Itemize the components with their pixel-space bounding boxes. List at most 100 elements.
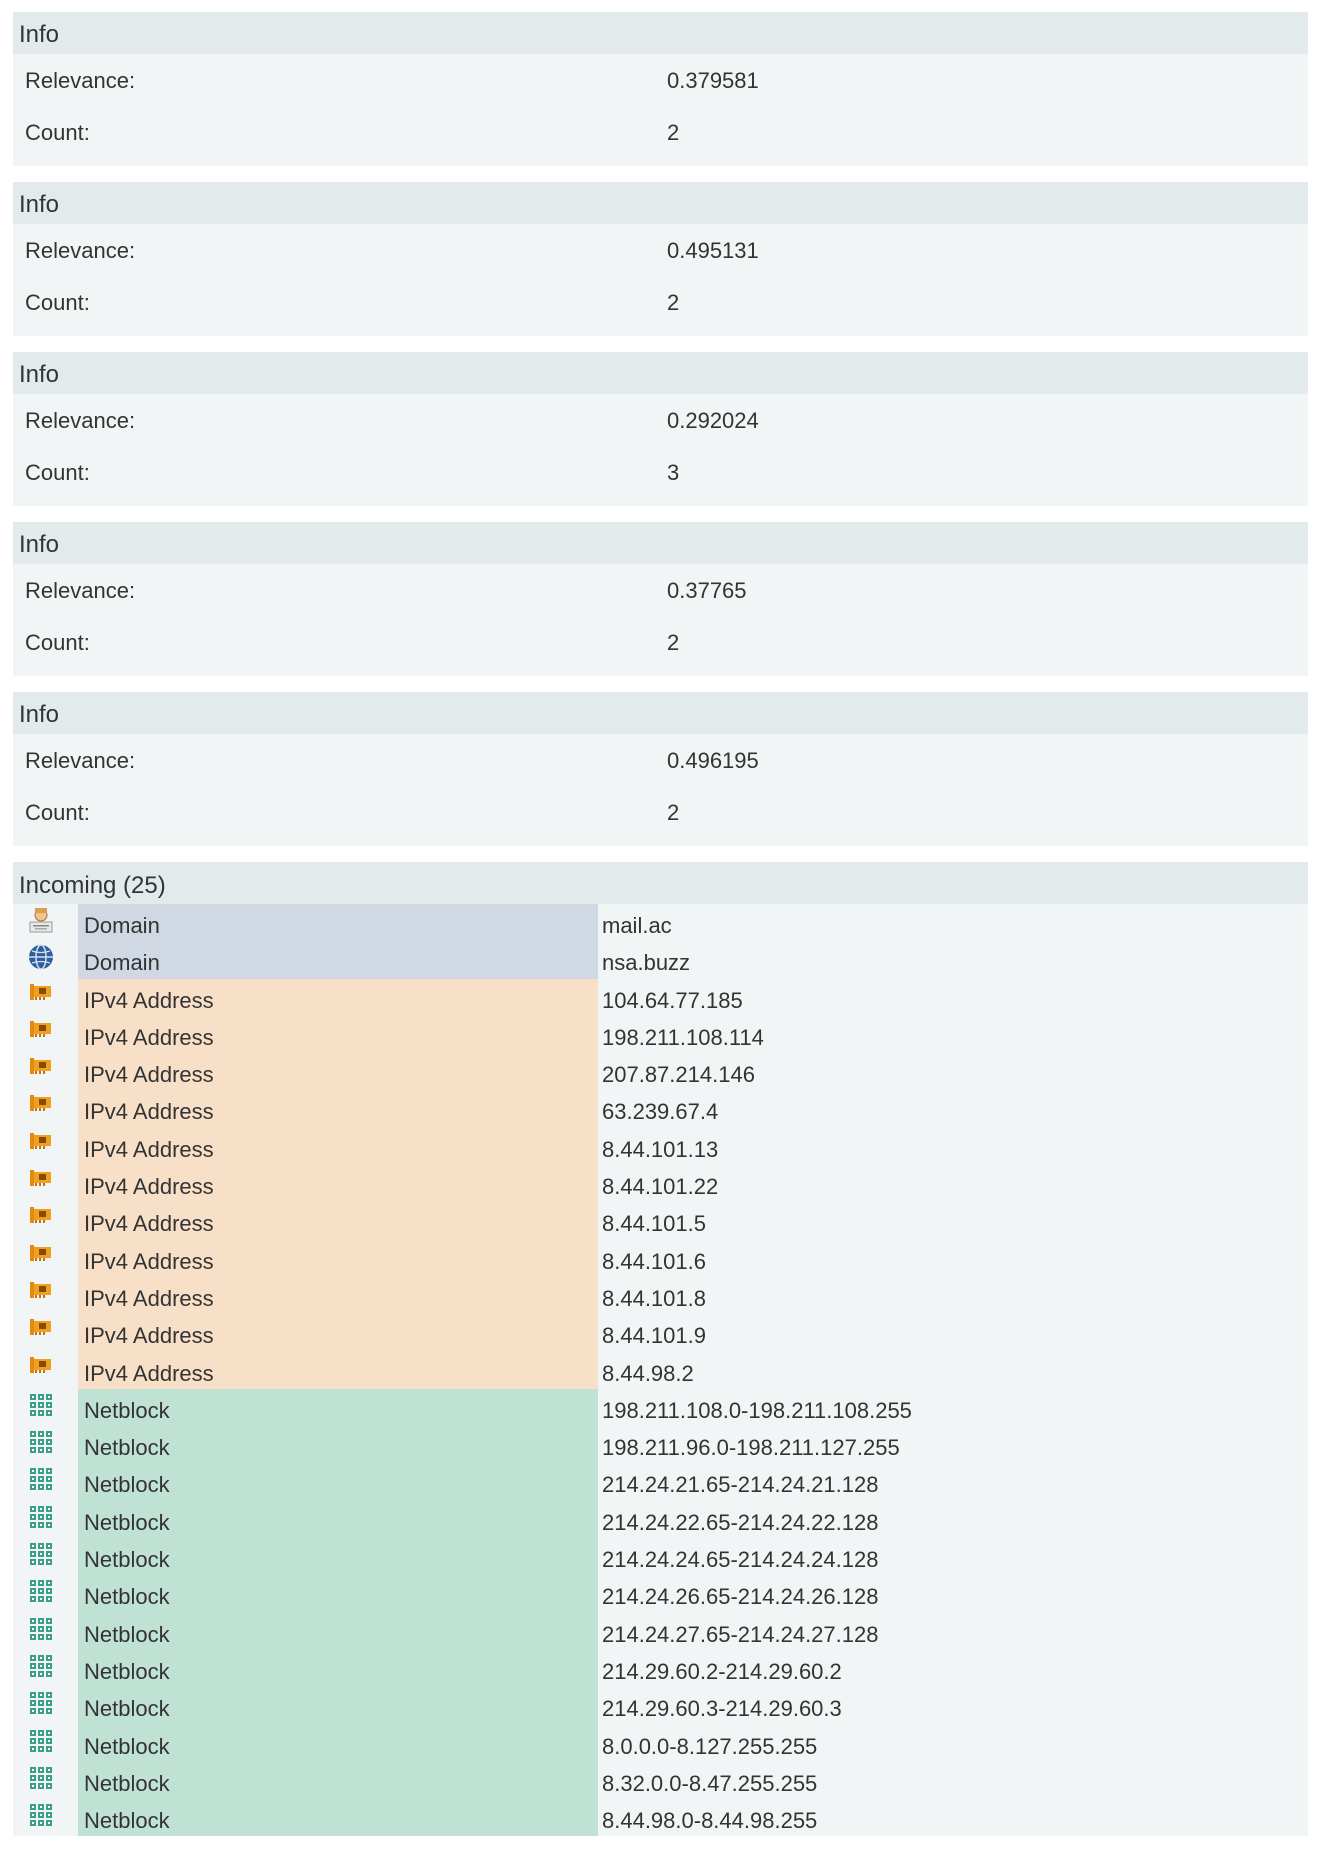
incoming-row[interactable]: Netblock 214.24.26.65-214.24.26.128 [13, 1575, 1308, 1613]
network-card-icon [27, 1018, 55, 1046]
info-panel: Info Relevance: 0.379581 Count: 2 [13, 12, 1308, 166]
entity-type: Netblock [78, 1724, 598, 1762]
entity-value[interactable]: 8.44.101.6 [602, 1240, 706, 1277]
incoming-row[interactable]: Netblock 8.44.98.0-8.44.98.255 [13, 1799, 1308, 1837]
relevance-row: Relevance: 0.495131 [13, 224, 1308, 276]
entity-value[interactable]: 8.44.101.5 [602, 1202, 706, 1239]
netblock-icon [27, 1801, 55, 1829]
count-row: Count: 3 [13, 446, 1308, 498]
incoming-row[interactable]: Domain nsa.buzz [13, 941, 1308, 979]
incoming-row[interactable]: Netblock 214.24.21.65-214.24.21.128 [13, 1463, 1308, 1501]
entity-value[interactable]: 8.44.101.13 [602, 1128, 718, 1165]
count-row: Count: 2 [13, 276, 1308, 328]
entity-type: IPv4 Address [78, 1351, 598, 1389]
count-value: 2 [667, 290, 680, 315]
incoming-row[interactable]: IPv4 Address 8.44.101.22 [13, 1165, 1308, 1203]
netblock-icon [27, 1652, 55, 1680]
network-card-icon [27, 1092, 55, 1120]
entity-value[interactable]: 214.24.22.65-214.24.22.128 [602, 1501, 878, 1538]
incoming-row[interactable]: IPv4 Address 104.64.77.185 [13, 978, 1308, 1016]
entity-value[interactable]: 214.24.27.65-214.24.27.128 [602, 1613, 878, 1650]
incoming-row[interactable]: Netblock 214.24.24.65-214.24.24.128 [13, 1538, 1308, 1576]
info-panel: Info Relevance: 0.37765 Count: 2 [13, 522, 1308, 676]
entity-value[interactable]: 8.44.98.2 [602, 1352, 694, 1389]
relevance-label: Relevance: [25, 748, 136, 773]
entity-type: Netblock [78, 1687, 598, 1725]
entity-value[interactable]: 8.0.0.0-8.127.255.255 [602, 1725, 817, 1762]
incoming-row[interactable]: IPv4 Address 8.44.101.8 [13, 1276, 1308, 1315]
entity-type: Netblock [78, 1538, 598, 1576]
entity-type: IPv4 Address [78, 1053, 598, 1091]
incoming-row[interactable]: Netblock 214.29.60.3-214.29.60.3 [13, 1687, 1308, 1725]
network-card-icon [27, 1055, 55, 1083]
entity-value[interactable]: 214.24.26.65-214.24.26.128 [602, 1575, 878, 1612]
info-panel-title: Info [13, 182, 1308, 224]
entity-value[interactable]: 214.24.24.65-214.24.24.128 [602, 1538, 878, 1575]
incoming-row[interactable]: IPv4 Address 8.44.98.2 [13, 1351, 1308, 1389]
incoming-row[interactable]: Netblock 8.0.0.0-8.127.255.255 [13, 1724, 1308, 1762]
count-label: Count: [25, 630, 90, 655]
incoming-row[interactable]: Netblock 214.24.22.65-214.24.22.128 [13, 1500, 1308, 1539]
incoming-row[interactable]: Netblock 214.24.27.65-214.24.27.128 [13, 1612, 1308, 1650]
entity-value[interactable]: 198.211.96.0-198.211.127.255 [602, 1426, 900, 1463]
entity-value[interactable]: 214.29.60.3-214.29.60.3 [602, 1687, 842, 1724]
info-panels: Info Relevance: 0.379581 Count: 2 Info R… [13, 12, 1317, 846]
entity-type: Netblock [78, 1575, 598, 1613]
entity-value[interactable]: mail.ac [602, 904, 672, 941]
netblock-icon [27, 1465, 55, 1493]
relevance-value: 0.495131 [667, 238, 759, 263]
entity-value[interactable]: 214.24.21.65-214.24.21.128 [602, 1463, 878, 1500]
entity-value[interactable]: 207.87.214.146 [602, 1053, 755, 1090]
incoming-row[interactable]: IPv4 Address 8.44.101.6 [13, 1239, 1308, 1277]
info-panel: Info Relevance: 0.496195 Count: 2 [13, 692, 1308, 846]
relevance-label: Relevance: [25, 578, 136, 603]
page-container: Info Relevance: 0.379581 Count: 2 Info R… [0, 0, 1317, 1837]
entity-value[interactable]: 214.29.60.2-214.29.60.2 [602, 1650, 842, 1687]
entity-value[interactable]: nsa.buzz [602, 941, 690, 978]
entity-value[interactable]: 8.44.98.0-8.44.98.255 [602, 1799, 817, 1836]
info-panel: Info Relevance: 0.495131 Count: 2 [13, 182, 1308, 336]
count-row: Count: 2 [13, 106, 1308, 158]
incoming-row[interactable]: IPv4 Address 8.44.101.5 [13, 1202, 1308, 1240]
netblock-icon [27, 1615, 55, 1643]
incoming-row[interactable]: IPv4 Address 207.87.214.146 [13, 1053, 1308, 1091]
entity-value[interactable]: 8.44.101.9 [602, 1314, 706, 1351]
info-panel-title: Info [13, 12, 1308, 54]
relevance-label: Relevance: [25, 238, 136, 263]
incoming-row[interactable]: Netblock 198.211.96.0-198.211.127.255 [13, 1426, 1308, 1464]
entity-value[interactable]: 198.211.108.114 [602, 1016, 764, 1053]
count-row: Count: 2 [13, 616, 1308, 668]
incoming-row[interactable]: IPv4 Address 8.44.101.9 [13, 1314, 1308, 1352]
count-label: Count: [25, 800, 90, 825]
entity-type: IPv4 Address [78, 1276, 598, 1315]
entity-type: IPv4 Address [78, 1314, 598, 1352]
incoming-row[interactable]: IPv4 Address 198.211.108.114 [13, 1015, 1308, 1054]
netblock-icon [27, 1391, 55, 1419]
incoming-row[interactable]: Netblock 8.32.0.0-8.47.255.255 [13, 1761, 1308, 1800]
entity-value[interactable]: 8.44.101.22 [602, 1165, 718, 1202]
incoming-row[interactable]: Netblock 198.211.108.0-198.211.108.255 [13, 1388, 1308, 1427]
incoming-row[interactable]: Netblock 214.29.60.2-214.29.60.2 [13, 1649, 1308, 1688]
incoming-list: Domain mail.ac Domain nsa.buzz IPv4 Addres… [13, 904, 1308, 1837]
info-panel-title: Info [13, 522, 1308, 564]
netblock-icon [27, 1428, 55, 1456]
count-value: 2 [667, 800, 680, 825]
count-label: Count: [25, 120, 90, 145]
entity-value[interactable]: 8.32.0.0-8.47.255.255 [602, 1762, 817, 1799]
entity-value[interactable]: 198.211.108.0-198.211.108.255 [602, 1389, 912, 1426]
entity-type: Domain [78, 941, 598, 979]
network-card-icon [27, 1130, 55, 1158]
count-value: 2 [667, 120, 680, 145]
incoming-row[interactable]: IPv4 Address 63.239.67.4 [13, 1090, 1308, 1128]
entity-type: Netblock [78, 1649, 598, 1688]
entity-type: Domain [78, 904, 598, 942]
entity-value[interactable]: 104.64.77.185 [602, 979, 743, 1016]
relevance-row: Relevance: 0.37765 [13, 564, 1308, 616]
network-card-icon [27, 981, 55, 1009]
incoming-row[interactable]: Domain mail.ac [13, 904, 1308, 942]
entity-value[interactable]: 63.239.67.4 [602, 1090, 718, 1127]
netblock-icon [27, 1577, 55, 1605]
entity-value[interactable]: 8.44.101.8 [602, 1277, 706, 1314]
netblock-icon [27, 1540, 55, 1568]
incoming-row[interactable]: IPv4 Address 8.44.101.13 [13, 1127, 1308, 1166]
